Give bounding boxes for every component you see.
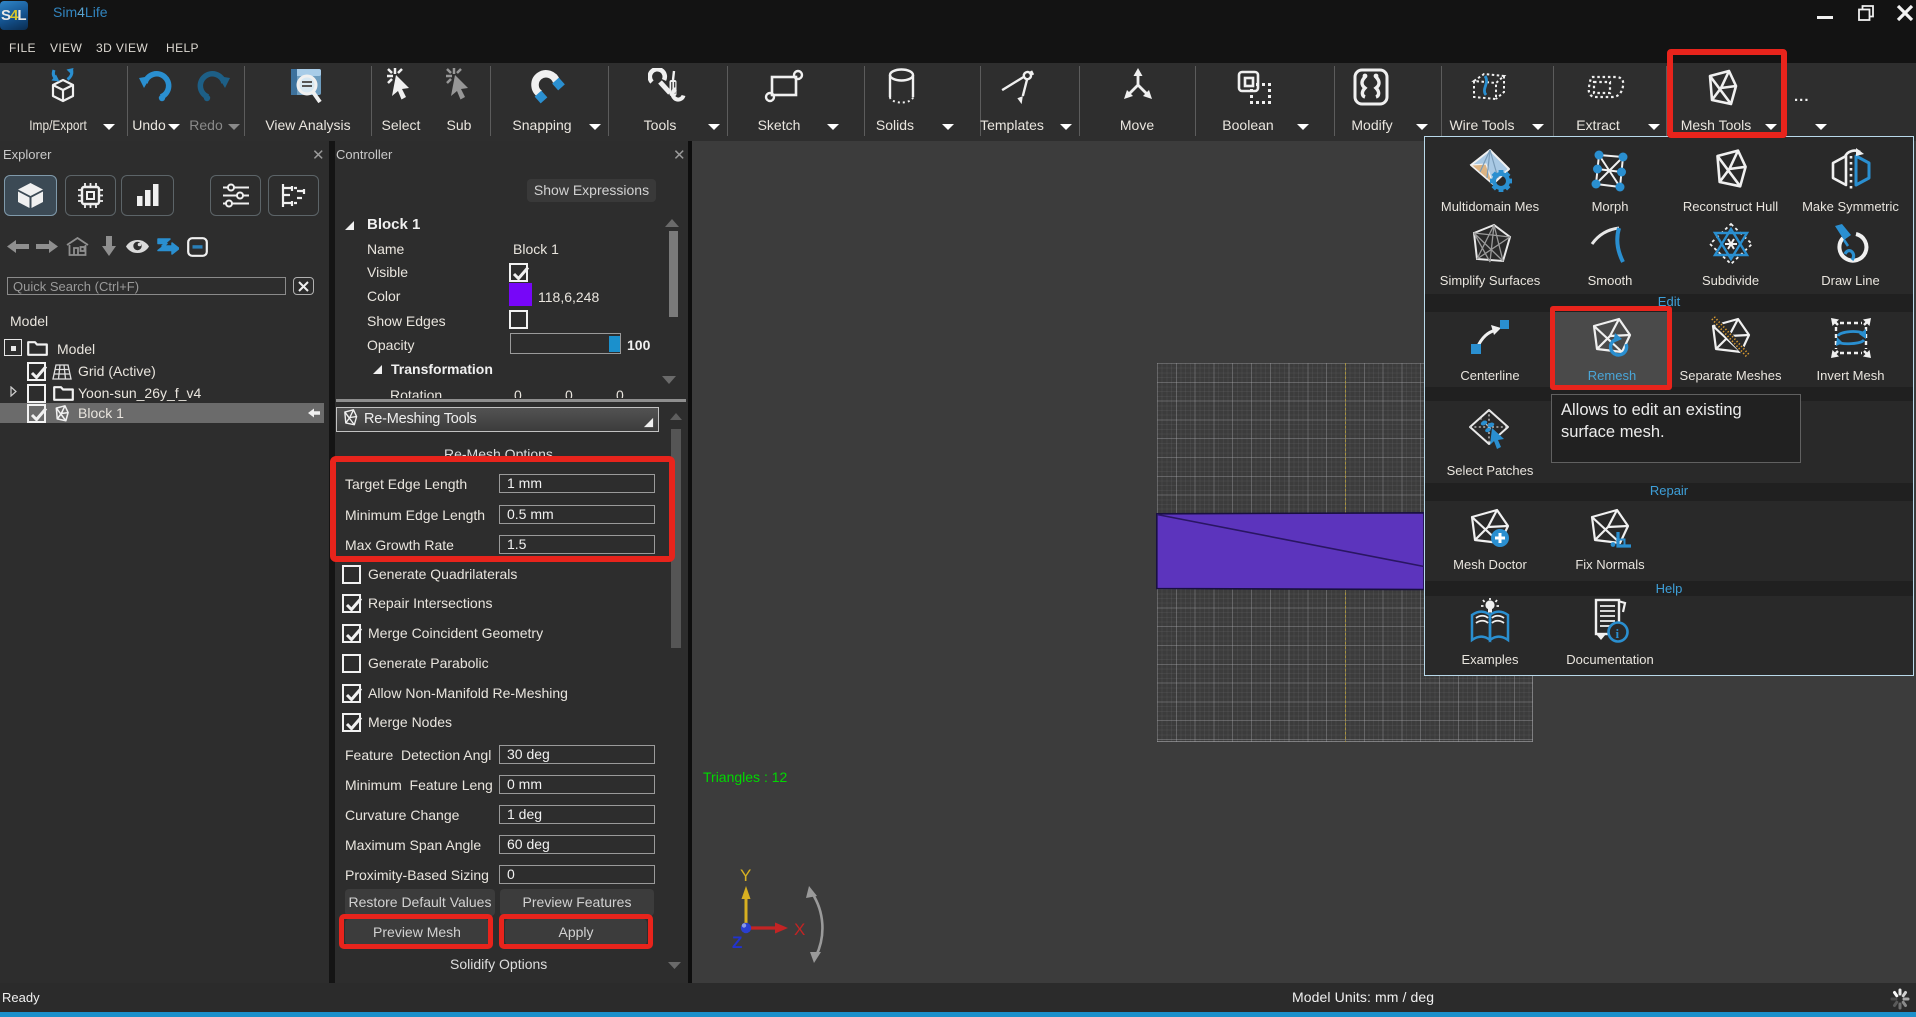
svg-text:X: X: [794, 920, 805, 939]
svg-text:Y: Y: [740, 866, 751, 885]
svg-text:Z: Z: [732, 933, 742, 952]
svg-text:i: i: [1616, 626, 1620, 641]
